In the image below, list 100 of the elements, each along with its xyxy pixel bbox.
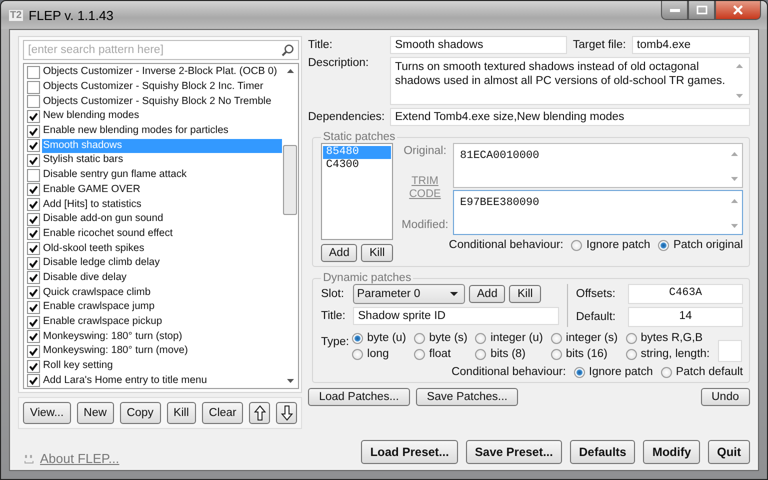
checkbox[interactable] xyxy=(27,66,40,79)
list-item[interactable]: Objects Customizer - Squishy Block 2 Inc. Timer xyxy=(42,80,264,94)
list-item[interactable]: Old-skool teeth spikes xyxy=(42,242,146,256)
about-link[interactable]: About FLEP... xyxy=(40,451,120,466)
list-item[interactable]: Enable crawlspace pickup xyxy=(42,315,164,330)
checkbox[interactable] xyxy=(27,183,40,196)
radio-button[interactable] xyxy=(626,348,637,360)
radio-label[interactable]: float xyxy=(429,348,451,360)
radio-label[interactable]: long xyxy=(367,348,389,360)
target-file-field[interactable]: tomb4.exe xyxy=(632,36,750,54)
radio-label[interactable]: Ignore patch xyxy=(586,239,650,251)
radio-button[interactable] xyxy=(550,348,562,360)
checkbox[interactable] xyxy=(27,300,40,314)
close-button[interactable] xyxy=(715,1,761,20)
radio-label[interactable]: byte (u) xyxy=(367,332,406,344)
checkbox[interactable] xyxy=(27,110,40,123)
list-button[interactable]: Clear xyxy=(202,402,244,424)
list-button[interactable]: Copy xyxy=(120,402,161,424)
scrollbar-thumb[interactable] xyxy=(283,145,297,215)
radio-button[interactable] xyxy=(571,240,582,250)
radio-button[interactable] xyxy=(352,332,364,344)
radio-button[interactable] xyxy=(626,332,637,344)
radio-label[interactable]: bits (16) xyxy=(566,348,608,360)
radio-button[interactable] xyxy=(414,348,426,360)
radio-button[interactable] xyxy=(414,332,426,344)
default-field[interactable]: 14 xyxy=(628,307,743,327)
checkbox[interactable] xyxy=(27,256,40,270)
scroll-up-icon[interactable] xyxy=(286,69,294,73)
footer-button[interactable]: Save Preset... xyxy=(466,440,562,464)
dependencies-field[interactable]: Extend Tomb4.exe size,New blending modes xyxy=(390,108,750,126)
dynamic-patch-button[interactable]: Kill xyxy=(509,285,541,303)
radio-button[interactable] xyxy=(352,348,364,360)
list-item[interactable]: Objects Customizer - Inverse 2-Block Plat. (OCB 0) xyxy=(42,65,278,80)
list-item[interactable]: Enable new blending modes for particles xyxy=(42,124,230,138)
radio-label[interactable]: bits (8) xyxy=(490,348,526,360)
list-item[interactable]: Monkeyswing: 180° turn (move) xyxy=(42,344,189,358)
list-item[interactable]: Enable crawlspace jump xyxy=(42,300,156,314)
checkbox[interactable] xyxy=(27,286,40,300)
list-item[interactable]: Monkeyswing: 180° turn (stop) xyxy=(42,330,184,344)
checkbox[interactable] xyxy=(27,168,40,182)
patch-file-button[interactable]: Save Patches... xyxy=(416,388,518,406)
radio-label[interactable]: byte (s) xyxy=(429,332,468,344)
radio-button[interactable] xyxy=(660,366,672,378)
radio-button[interactable] xyxy=(658,240,670,250)
radio-label[interactable]: integer (u) xyxy=(490,332,543,344)
checkbox[interactable] xyxy=(27,154,40,167)
list-item[interactable]: Disable ledge climb delay xyxy=(42,256,161,270)
title-field[interactable]: Smooth shadows xyxy=(390,36,567,54)
length-field[interactable] xyxy=(718,340,742,362)
static-patch-button[interactable]: Add xyxy=(321,244,358,262)
maximize-button[interactable] xyxy=(688,1,715,20)
list-item[interactable]: Add [Hits] to statistics xyxy=(42,198,142,212)
checkbox[interactable] xyxy=(27,330,40,344)
offsets-field[interactable]: C463A xyxy=(628,284,743,304)
radio-label[interactable]: integer (s) xyxy=(566,332,618,344)
checkbox[interactable] xyxy=(27,242,40,256)
checkbox[interactable] xyxy=(27,271,40,284)
list-item[interactable]: Disable add-on gun sound xyxy=(42,212,164,226)
list-button[interactable]: View... xyxy=(23,402,71,424)
list-button[interactable]: Kill xyxy=(166,402,196,424)
radio-button[interactable] xyxy=(574,366,585,378)
checkbox[interactable] xyxy=(27,212,40,226)
slot-dropdown[interactable]: Parameter 0 xyxy=(353,284,465,304)
footer-button[interactable]: Modify xyxy=(643,440,700,464)
checkbox[interactable] xyxy=(27,344,40,358)
checkbox[interactable] xyxy=(27,139,40,152)
static-patch-button[interactable]: Kill xyxy=(361,244,393,262)
footer-button[interactable]: Load Preset... xyxy=(361,440,458,464)
list-button[interactable]: New xyxy=(76,402,114,424)
footer-button[interactable]: Quit xyxy=(708,440,750,464)
radio-label[interactable]: Patch original xyxy=(673,239,743,251)
checkbox[interactable] xyxy=(27,95,40,108)
patch-file-button[interactable]: Load Patches... xyxy=(308,388,410,406)
radio-button[interactable] xyxy=(475,348,486,360)
checkbox[interactable] xyxy=(27,227,40,240)
checkbox[interactable] xyxy=(27,198,40,212)
checkbox[interactable] xyxy=(27,80,40,94)
radio-label[interactable]: bytes R,G,B xyxy=(640,332,703,344)
offset-item[interactable]: C4300 xyxy=(323,159,391,172)
list-item[interactable]: Disable dive delay xyxy=(42,270,128,285)
minimize-button[interactable] xyxy=(661,1,688,20)
list-item[interactable]: Disable sentry gun flame attack xyxy=(42,168,188,182)
list-item[interactable]: Roll key setting xyxy=(42,359,114,374)
footer-button[interactable]: Defaults xyxy=(570,440,636,464)
list-item[interactable]: Objects Customizer - Squishy Block 2 No Tremble xyxy=(42,94,272,109)
radio-button[interactable] xyxy=(550,332,562,344)
radio-label[interactable]: string, length: xyxy=(640,348,710,360)
move-up-button[interactable] xyxy=(249,402,270,424)
list-item[interactable]: Quick crawlspace climb xyxy=(42,286,152,300)
dynamic-patch-button[interactable]: Add xyxy=(469,285,506,303)
radio-label[interactable]: Patch default xyxy=(676,366,743,378)
radio-button[interactable] xyxy=(475,332,486,344)
search-field[interactable]: [enter search pattern here] xyxy=(23,40,299,60)
checkbox[interactable] xyxy=(27,316,40,329)
radio-label[interactable]: Ignore patch xyxy=(588,366,653,378)
list-item[interactable]: New blending modes xyxy=(42,109,140,124)
scroll-down-icon[interactable] xyxy=(286,379,294,383)
checkbox[interactable] xyxy=(27,124,40,138)
move-down-button[interactable] xyxy=(276,402,297,424)
checkbox[interactable] xyxy=(27,360,40,373)
